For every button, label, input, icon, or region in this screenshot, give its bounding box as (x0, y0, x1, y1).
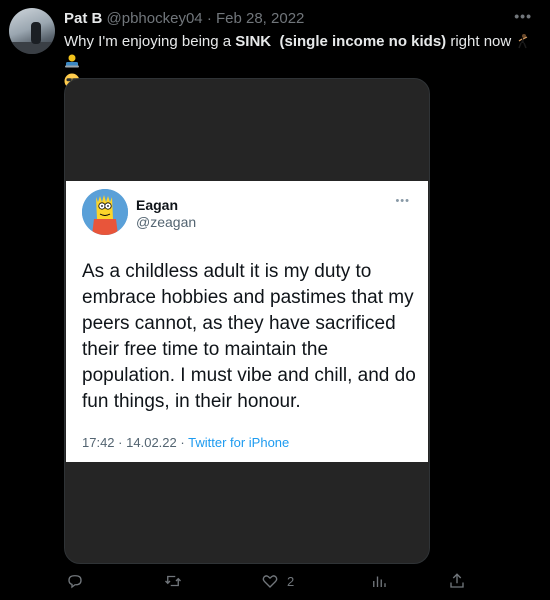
tweet-text-bold: SINK (235, 33, 272, 50)
header-separator: · (206, 10, 212, 27)
person-laptop-emoji (65, 54, 79, 68)
embedded-more-icon: ••• (395, 195, 410, 207)
reply-button[interactable] (66, 572, 84, 590)
embedded-meta: 17:42 · 14.02.22 · Twitter for iPhone (82, 435, 289, 450)
embedded-author-name: Eagan (136, 197, 179, 213)
reply-icon (68, 575, 82, 589)
tweet-text-post: right now (446, 33, 512, 50)
embedded-tweet-text: As a childless adult it is my duty to em… (82, 261, 416, 412)
tweet-header: Pat B @pbhockey04 · Feb 28, 2022 (64, 10, 304, 27)
like-icon (262, 575, 278, 588)
action-bar: 2 (64, 572, 474, 594)
author-name[interactable]: Pat B (64, 10, 102, 27)
embedded-dot: · (118, 435, 123, 450)
tweet-text-pre: Why I'm enjoying being a (64, 33, 236, 50)
tweet-text-bold2: (single income no kids) (279, 33, 447, 50)
avatar-ground (9, 42, 55, 54)
cartoon-avatar-icon (82, 189, 128, 235)
more-icon[interactable]: ••• (514, 8, 532, 24)
retweet-button[interactable] (164, 572, 182, 590)
retweet-icon (165, 575, 181, 587)
author-avatar[interactable] (9, 8, 55, 54)
analytics-icon (373, 576, 386, 587)
embedded-date: 14.02.22 (126, 435, 177, 450)
embedded-source: Twitter for iPhone (188, 435, 290, 450)
dancer-emoji (518, 34, 528, 49)
avatar-figure (31, 22, 41, 44)
embedded-dot2: · (180, 435, 185, 450)
tweet-date[interactable]: Feb 28, 2022 (216, 10, 304, 27)
embedded-tweet-card: Eagan @zeagan ••• As a childless adult i… (66, 181, 428, 462)
embedded-time: 17:42 (82, 435, 115, 450)
share-icon (450, 573, 464, 588)
embedded-avatar (82, 189, 128, 235)
author-handle[interactable]: @pbhockey04 (107, 10, 203, 27)
analytics-button[interactable] (370, 572, 388, 590)
like-count: 2 (287, 573, 295, 589)
tweet-media[interactable]: Eagan @zeagan ••• As a childless adult i… (64, 78, 430, 564)
share-button[interactable] (448, 572, 466, 590)
like-button[interactable]: 2 (261, 572, 294, 590)
embedded-author-handle: @zeagan (136, 214, 197, 230)
